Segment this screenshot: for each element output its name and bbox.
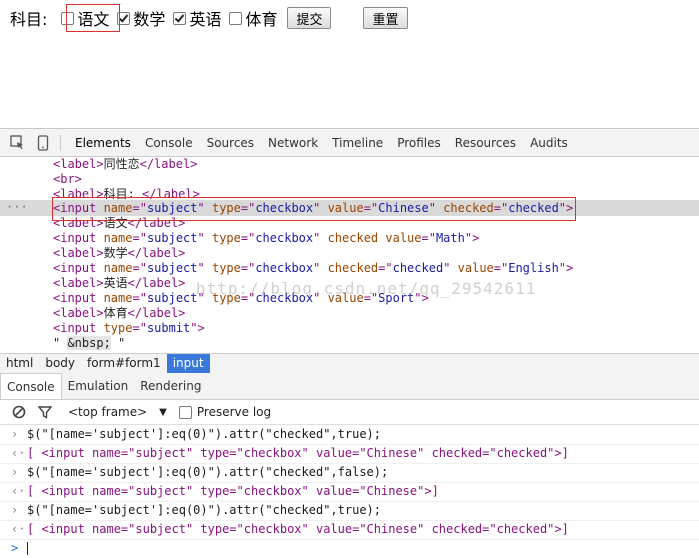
filter-icon[interactable]: [38, 405, 52, 419]
preserve-log-checkbox[interactable]: [178, 405, 192, 419]
input-prompt-icon: ›: [11, 427, 19, 441]
tab-audits[interactable]: Audits: [530, 136, 568, 150]
tree-node[interactable]: <label>英语</label>: [53, 276, 185, 291]
subject-label: 科目:: [10, 10, 48, 29]
tab-timeline[interactable]: Timeline: [332, 136, 383, 150]
elements-tree: <label>同性恋</label> <br> <label>科目: </lab…: [0, 157, 699, 353]
context-select-value: <top frame>: [68, 405, 148, 419]
crumb-body[interactable]: body: [39, 354, 81, 373]
page-viewport: 科目: 语文 数学 英语 体育 提交 重置: [0, 0, 699, 128]
preserve-log-option[interactable]: Preserve log: [178, 405, 272, 419]
tree-node[interactable]: <input name="subject" type="checkbox" ch…: [53, 261, 573, 276]
drawer-tab-rendering[interactable]: Rendering: [134, 373, 207, 399]
devtools-toolbar: Elements Console Sources Network Timelin…: [0, 129, 699, 157]
tree-node[interactable]: <input type="submit">: [53, 321, 205, 336]
prompt-icon: >: [11, 541, 19, 555]
drawer-tab-console[interactable]: Console: [0, 373, 62, 399]
preserve-log-label: Preserve log: [196, 405, 272, 419]
clear-console-icon[interactable]: [12, 405, 26, 419]
tab-sources[interactable]: Sources: [207, 136, 254, 150]
tree-node[interactable]: <label>数学</label>: [53, 246, 185, 261]
tab-console[interactable]: Console: [145, 136, 193, 150]
console-output-line[interactable]: ‹· [ <input name="subject" type="checkbo…: [0, 444, 699, 464]
console-input-line: › $("[name='subject']:eq(0)").attr("chec…: [0, 501, 699, 521]
output-arrow-icon: ‹·: [11, 522, 26, 536]
output-arrow-icon: ‹·: [11, 484, 26, 498]
console-prompt-line[interactable]: >: [0, 539, 699, 558]
highlight-box-selected-node: [52, 197, 576, 221]
devtools-panel: Elements Console Sources Network Timelin…: [0, 128, 699, 555]
console-input-line: › $("[name='subject']:eq(0)").attr("chec…: [0, 425, 699, 445]
drawer-tab-emulation[interactable]: Emulation: [62, 373, 135, 399]
option-math[interactable]: 数学: [117, 6, 165, 30]
context-select[interactable]: <top frame> ▼: [68, 405, 167, 419]
checkbox-english[interactable]: [173, 11, 187, 25]
option-sport[interactable]: 体育: [229, 6, 277, 30]
tab-elements[interactable]: Elements: [75, 136, 131, 150]
breadcrumb: html body form#form1 input: [0, 353, 699, 374]
tab-network[interactable]: Network: [268, 136, 318, 150]
drawer-tabs: Console Emulation Rendering: [0, 373, 699, 400]
label-sport: 体育: [245, 10, 278, 29]
tree-node[interactable]: <br>: [53, 172, 82, 187]
label-math: 数学: [133, 10, 166, 29]
console-input[interactable]: [27, 542, 28, 555]
highlight-box-chinese: [66, 4, 120, 32]
watermark: http://blog.csdn.net/qq_29542611: [196, 279, 537, 298]
tree-node[interactable]: <label>体育</label>: [53, 306, 185, 321]
output-arrow-icon: ‹·: [11, 446, 26, 460]
option-english[interactable]: 英语: [173, 6, 221, 30]
crumb-html[interactable]: html: [0, 354, 39, 373]
console-input-line: › $("[name='subject']:eq(0)").attr("chec…: [0, 463, 699, 483]
toolbar-divider: [60, 134, 61, 151]
console-output-line[interactable]: ‹· [ <input name="subject" type="checkbo…: [0, 482, 699, 502]
device-mode-icon[interactable]: [34, 134, 52, 152]
tree-node[interactable]: <input name="subject" type="checkbox" ch…: [53, 231, 479, 246]
input-prompt-icon: ›: [11, 503, 19, 517]
tab-profiles[interactable]: Profiles: [397, 136, 441, 150]
input-prompt-icon: ›: [11, 465, 19, 479]
inspect-element-icon[interactable]: [8, 134, 26, 152]
node-actions-icon[interactable]: ···: [6, 200, 28, 215]
tree-node[interactable]: " &nbsp; ": [53, 336, 125, 351]
console-toolbar: <top frame> ▼ Preserve log: [0, 400, 699, 425]
chevron-down-icon: ▼: [159, 406, 167, 418]
submit-button[interactable]: 提交: [287, 7, 332, 29]
crumb-form[interactable]: form#form1: [81, 354, 167, 373]
reset-button[interactable]: 重置: [363, 7, 408, 29]
checkbox-sport[interactable]: [229, 11, 243, 25]
tree-node[interactable]: <label>同性恋</label>: [53, 157, 197, 172]
console-output-line[interactable]: ‹· [ <input name="subject" type="checkbo…: [0, 520, 699, 540]
tab-resources[interactable]: Resources: [455, 136, 516, 150]
crumb-input[interactable]: input: [166, 354, 210, 373]
label-english: 英语: [189, 10, 222, 29]
